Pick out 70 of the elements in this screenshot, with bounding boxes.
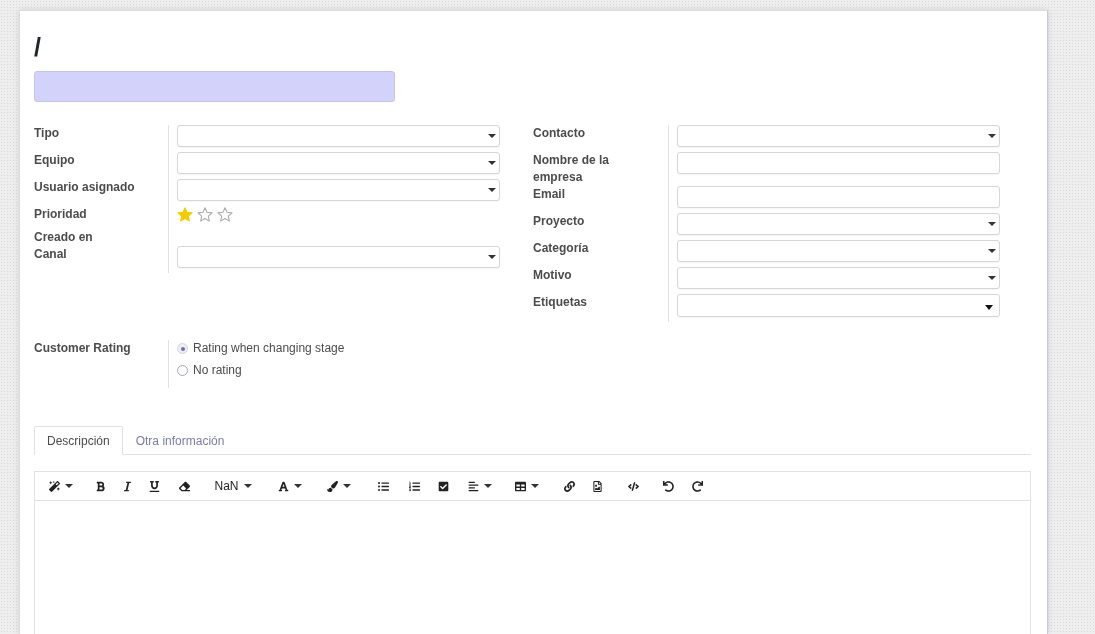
caret-icon [343, 484, 351, 488]
image-file-icon [591, 480, 603, 492]
field-label: Proyecto [533, 213, 585, 230]
bullet-list-icon [377, 480, 389, 492]
dropdown-field[interactable] [177, 179, 500, 201]
field-label: Customer Rating [34, 340, 131, 357]
dropdown-field[interactable] [677, 213, 1000, 235]
field-label: Canal [34, 246, 67, 263]
font-icon [278, 480, 289, 492]
input-field[interactable] [677, 152, 1000, 174]
checkbox-icon [437, 480, 449, 492]
field-label: Motivo [533, 267, 572, 284]
caret-icon [64, 484, 73, 488]
dropdown-field[interactable] [177, 152, 500, 174]
field-label: Prioridad [34, 206, 87, 223]
radio-label[interactable]: Rating when changing stage [193, 340, 345, 357]
bold-icon [95, 480, 106, 492]
caret-icon [988, 276, 996, 280]
italic-icon [122, 480, 133, 492]
field-label: Usuario asignado [34, 179, 135, 196]
paint-brush-icon [327, 480, 338, 492]
caret-icon [488, 134, 496, 138]
caret-icon [988, 222, 996, 226]
undo-icon [662, 480, 674, 492]
font-size-button[interactable]: NaN [207, 473, 259, 499]
field-label: Equipo [34, 152, 75, 169]
input-field[interactable] [677, 186, 1000, 208]
name-input[interactable] [34, 71, 395, 102]
field-label: Etiquetas [533, 294, 587, 311]
star-rating[interactable] [177, 206, 233, 222]
caret-icon [488, 188, 496, 192]
dropdown-field[interactable] [177, 246, 500, 268]
eraser-icon [178, 480, 190, 492]
underline-icon [149, 480, 160, 492]
radio-button[interactable] [177, 365, 188, 376]
star-icon[interactable] [177, 206, 193, 222]
field-label: Tipo [34, 125, 60, 142]
caret-icon [488, 161, 496, 165]
caret-icon [243, 484, 252, 488]
field-label: Contacto [533, 125, 585, 142]
align-left-icon [468, 480, 479, 492]
star-icon[interactable] [217, 206, 233, 222]
caret-icon [985, 305, 993, 310]
caret-icon [531, 484, 539, 488]
tab[interactable]: Otra información [122, 426, 238, 455]
star-icon[interactable] [197, 206, 213, 222]
field-label: Categoría [533, 240, 589, 257]
field-label: Nombre de la empresa [533, 152, 611, 186]
dropdown-field[interactable] [677, 267, 1000, 289]
table-icon [515, 480, 526, 492]
code-icon [627, 480, 639, 492]
magic-wand-icon [48, 480, 60, 492]
field-label: Email [533, 186, 565, 203]
tags-field[interactable] [677, 294, 1000, 317]
dropdown-field[interactable] [677, 125, 1000, 147]
caret-icon [484, 484, 492, 488]
caret-icon [988, 249, 996, 253]
redo-icon [691, 480, 703, 492]
record-title: / [34, 33, 41, 61]
caret-icon [988, 134, 996, 138]
field-label: Creado en [34, 229, 93, 246]
numbered-list-icon [408, 480, 420, 492]
caret-icon [294, 484, 302, 488]
dropdown-field[interactable] [677, 240, 1000, 262]
link-icon [563, 480, 575, 492]
dropdown-field[interactable] [177, 125, 500, 147]
radio-button[interactable] [177, 343, 188, 354]
tab[interactable]: Descripción [34, 426, 123, 455]
caret-icon [488, 255, 496, 259]
radio-label[interactable]: No rating [193, 362, 242, 379]
